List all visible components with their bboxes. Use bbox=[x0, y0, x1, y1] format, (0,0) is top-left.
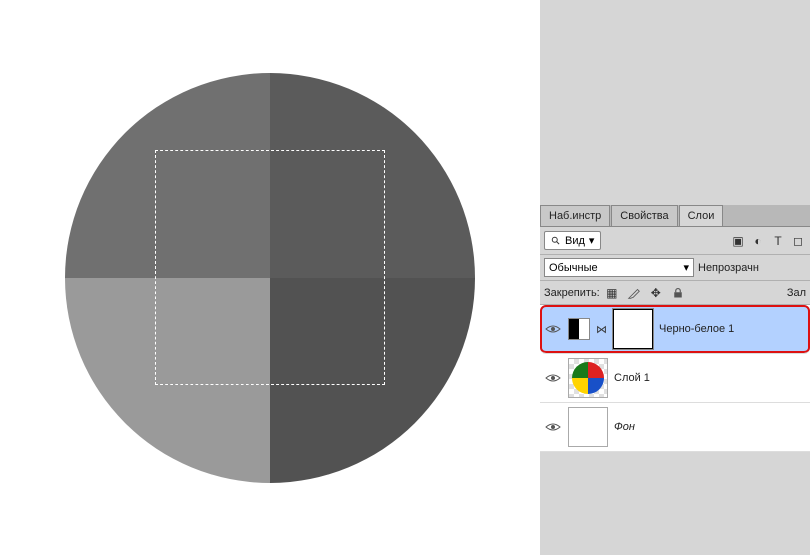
canvas-area[interactable] bbox=[0, 0, 540, 555]
chevron-down-icon: ▾ bbox=[589, 234, 595, 247]
search-icon bbox=[551, 236, 561, 246]
opacity-label[interactable]: Непрозрачн bbox=[698, 262, 759, 274]
filter-shape-icon[interactable]: ◻ bbox=[790, 233, 806, 249]
tab-layers[interactable]: Слои bbox=[679, 205, 724, 226]
thumb-circle bbox=[572, 362, 604, 394]
lock-all-icon[interactable] bbox=[670, 285, 686, 301]
chevron-down-icon: ▾ bbox=[683, 261, 689, 274]
visibility-toggle[interactable] bbox=[544, 418, 562, 436]
filter-kind-dropdown[interactable]: Вид ▾ bbox=[544, 231, 601, 250]
lock-transparency-icon[interactable]: ▦ bbox=[604, 285, 620, 301]
filter-kind-label: Вид bbox=[565, 235, 585, 247]
marquee-selection[interactable] bbox=[155, 150, 385, 385]
layer-name[interactable]: Фон bbox=[614, 421, 806, 433]
visibility-toggle[interactable] bbox=[544, 320, 562, 338]
panel-tabs: Наб.инстр Свойства Слои bbox=[540, 205, 810, 227]
filter-text-icon[interactable]: T bbox=[770, 233, 786, 249]
blend-mode-value: Обычные bbox=[549, 262, 598, 274]
layer-thumb[interactable] bbox=[568, 407, 608, 447]
adjustment-thumb bbox=[568, 318, 590, 340]
layer-row-adjustment[interactable]: ⋈ Черно-белое 1 bbox=[540, 305, 810, 354]
lock-icon bbox=[672, 287, 684, 299]
layers-panel: Наб.инстр Свойства Слои Вид ▾ ▣ ◐ T ◻ Об… bbox=[540, 0, 810, 555]
lock-position-icon[interactable]: ✥ bbox=[648, 285, 664, 301]
lock-pixels-icon[interactable] bbox=[626, 285, 642, 301]
fill-label: Зал bbox=[787, 287, 806, 299]
layer-thumb[interactable] bbox=[568, 358, 608, 398]
lock-row: Закрепить: ▦ ✥ Зал bbox=[540, 281, 810, 305]
filter-adjustment-icon[interactable]: ◐ bbox=[750, 233, 766, 249]
lock-label: Закрепить: bbox=[544, 287, 600, 299]
blend-mode-select[interactable]: Обычные ▾ bbox=[544, 258, 694, 277]
filter-image-icon[interactable]: ▣ bbox=[730, 233, 746, 249]
link-icon[interactable]: ⋈ bbox=[596, 323, 607, 336]
layer-row-background[interactable]: Фон bbox=[540, 403, 810, 452]
layer-name[interactable]: Черно-белое 1 bbox=[659, 323, 806, 335]
eye-icon bbox=[545, 323, 561, 335]
layer-name[interactable]: Слой 1 bbox=[614, 372, 806, 384]
layer-filter-row: Вид ▾ ▣ ◐ T ◻ bbox=[540, 227, 810, 255]
layers-list: ⋈ Черно-белое 1 Слой 1 Фон bbox=[540, 305, 810, 452]
eye-icon bbox=[545, 421, 561, 433]
tab-properties[interactable]: Свойства bbox=[611, 205, 677, 226]
eye-icon bbox=[545, 372, 561, 384]
panel-top-gap bbox=[540, 0, 810, 205]
tab-tools[interactable]: Наб.инстр bbox=[540, 205, 610, 226]
visibility-toggle[interactable] bbox=[544, 369, 562, 387]
blend-row: Обычные ▾ Непрозрачн bbox=[540, 255, 810, 281]
brush-icon bbox=[627, 286, 641, 300]
mask-thumb[interactable] bbox=[613, 309, 653, 349]
layer-row-pixel[interactable]: Слой 1 bbox=[540, 354, 810, 403]
